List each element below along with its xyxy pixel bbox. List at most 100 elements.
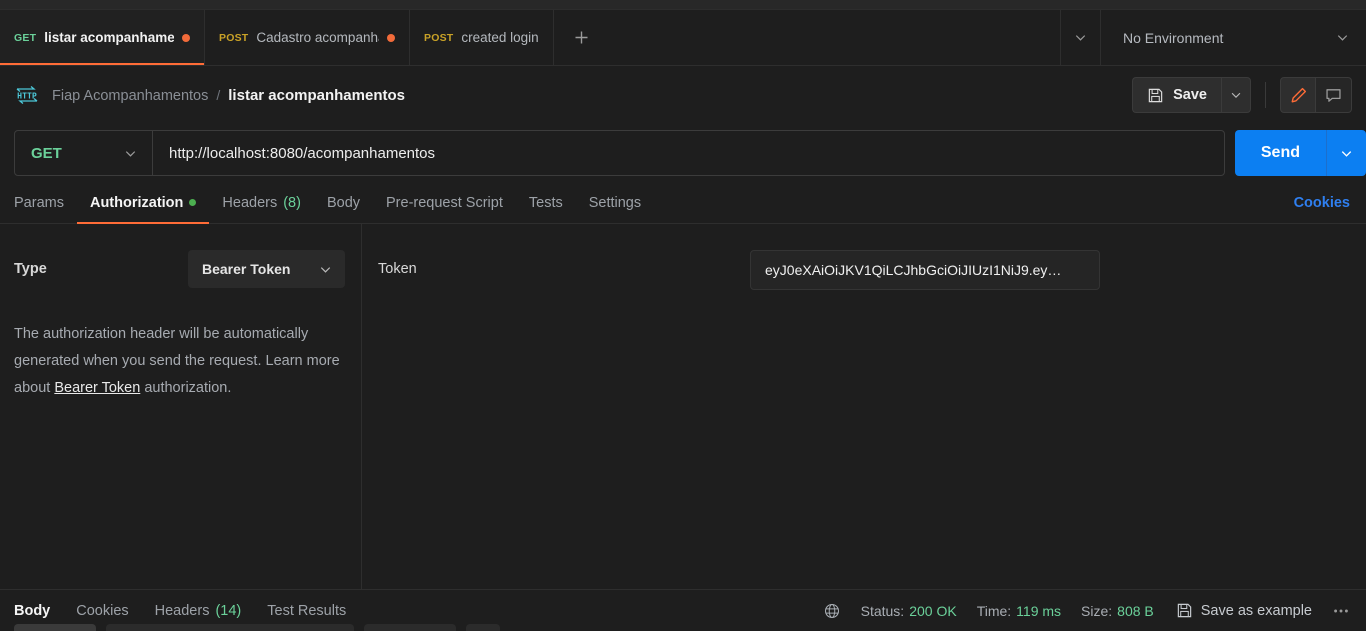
authorization-type-dropdown[interactable]: Bearer Token: [188, 250, 345, 288]
response-view-toggle[interactable]: [14, 624, 96, 631]
save-as-example-label: Save as example: [1200, 602, 1312, 619]
response-actions[interactable]: [466, 624, 500, 631]
tab-authorization-label: Authorization: [89, 194, 184, 211]
window-top-strip: [0, 0, 1366, 10]
request-tabs-spacer: [654, 182, 1293, 223]
pencil-icon: [1291, 87, 1306, 102]
response-body-toolbar-clipped: [0, 620, 1366, 631]
response-tab-headers-count: (14): [215, 602, 242, 619]
tab-settings[interactable]: Settings: [576, 182, 654, 223]
chevron-down-icon: [1075, 35, 1086, 41]
authorization-panel: Type Bearer Token The authorization head…: [0, 224, 1366, 589]
response-more-button[interactable]: [1322, 606, 1356, 616]
url-bar: GET: [14, 130, 1225, 176]
http-method-selector[interactable]: GET: [15, 131, 153, 175]
authorization-help-part2: authorization.: [140, 380, 232, 396]
request-tab-2[interactable]: POST created login: [410, 10, 554, 65]
toolbar-divider: [1265, 82, 1266, 108]
time-label: Time:: [976, 602, 1012, 619]
comments-button[interactable]: [1316, 77, 1352, 113]
new-tab-button[interactable]: [554, 10, 610, 65]
tab-name-0: listar acompanhamento: [44, 30, 174, 45]
chevron-down-icon: [1337, 35, 1348, 41]
response-search-box[interactable]: [364, 624, 456, 631]
tab-headers-count: (8): [283, 194, 301, 211]
tab-unsaved-dot-1[interactable]: [387, 33, 395, 42]
tab-params-label: Params: [14, 194, 64, 211]
url-input[interactable]: [153, 131, 1224, 175]
size-label: Size:: [1081, 602, 1113, 619]
comment-icon: [1326, 88, 1341, 102]
time-value: 119 ms: [1016, 602, 1062, 619]
environment-selector[interactable]: No Environment: [1100, 10, 1366, 65]
http-method-value: GET: [31, 144, 62, 162]
token-input[interactable]: eyJ0eXAiOiJKV1QiLCJhbGciOiJIUzI1NiJ9.ey…: [750, 250, 1100, 290]
tab-headers[interactable]: Headers (8): [209, 182, 314, 223]
send-button-group: Send: [1234, 130, 1366, 176]
response-tab-test-results-label: Test Results: [267, 602, 347, 619]
response-tab-body-label: Body: [14, 602, 51, 619]
authorization-type-value: Bearer Token: [202, 261, 291, 277]
breadcrumb-request-name[interactable]: listar acompanhamentos: [228, 87, 405, 104]
request-tabs-list: GET listar acompanhamento POST Cadastro …: [0, 10, 610, 65]
tab-name-2: created login: [461, 30, 539, 45]
request-section-tabs: Params Authorization Headers (8) Body Pr…: [0, 182, 1366, 224]
tab-method-2: POST: [424, 31, 454, 44]
breadcrumb-collection[interactable]: Fiap Acompanhamentos: [52, 88, 208, 104]
bearer-token-help-link[interactable]: Bearer Token: [54, 380, 140, 396]
tab-method-0: GET: [14, 31, 37, 44]
response-format-controls[interactable]: [106, 624, 354, 631]
size-badge: Size: 808 B: [1071, 603, 1164, 619]
breadcrumb: Fiap Acompanhamentos / listar acompanham…: [52, 87, 1132, 104]
tab-tests[interactable]: Tests: [516, 182, 576, 223]
http-icon: HTTP: [16, 86, 38, 104]
tab-list-dropdown-button[interactable]: [1060, 10, 1100, 65]
cookies-link[interactable]: Cookies: [1294, 182, 1352, 223]
chevron-down-icon: [1231, 92, 1241, 98]
floppy-disk-icon: [1177, 603, 1191, 618]
status-badge: Status: 200 OK: [851, 603, 967, 619]
tab-unsaved-dot-0[interactable]: [182, 33, 190, 42]
tab-pre-request-script[interactable]: Pre-request Script: [373, 182, 516, 223]
tab-authorization[interactable]: Authorization: [76, 182, 210, 224]
request-tab-0[interactable]: GET listar acompanhamento: [0, 10, 205, 65]
tab-tests-label: Tests: [528, 194, 563, 211]
save-button-label: Save: [1173, 87, 1207, 103]
tab-body-label: Body: [326, 194, 361, 211]
authorization-type-label: Type: [14, 261, 47, 277]
token-label: Token: [378, 261, 417, 277]
time-badge: Time: 119 ms: [967, 603, 1071, 619]
ellipsis-icon: [1334, 609, 1348, 612]
tab-headers-label: Headers: [222, 194, 278, 211]
response-tab-headers-label: Headers: [154, 602, 210, 619]
network-info-button[interactable]: [813, 602, 851, 620]
status-value: 200 OK: [909, 602, 957, 619]
edit-request-button[interactable]: [1280, 77, 1316, 113]
response-tab-cookies-label: Cookies: [76, 602, 129, 619]
floppy-disk-icon: [1148, 88, 1163, 102]
save-button[interactable]: Save: [1132, 77, 1221, 113]
send-button[interactable]: Send: [1234, 130, 1326, 176]
request-tab-bar: GET listar acompanhamento POST Cadastro …: [0, 10, 1366, 66]
chevron-down-icon: [320, 266, 331, 273]
status-label: Status:: [860, 602, 905, 619]
tab-bar-spacer: [610, 10, 1060, 65]
environment-label: No Environment: [1123, 29, 1224, 46]
send-options-button[interactable]: [1326, 130, 1366, 176]
size-value: 808 B: [1117, 602, 1154, 619]
svg-text:HTTP: HTTP: [17, 91, 37, 101]
tab-method-1: POST: [219, 31, 249, 44]
request-tab-1[interactable]: POST Cadastro acompanhar: [205, 10, 410, 65]
globe-icon: [824, 603, 839, 618]
authorization-type-row: Type Bearer Token: [14, 250, 345, 288]
save-options-button[interactable]: [1221, 77, 1251, 113]
plus-icon: [575, 31, 588, 44]
tab-body[interactable]: Body: [314, 182, 373, 223]
tab-params[interactable]: Params: [14, 182, 77, 223]
breadcrumb-actions: Save: [1132, 77, 1352, 113]
breadcrumb-row: HTTP Fiap Acompanhamentos / listar acomp…: [0, 66, 1366, 124]
tab-settings-label: Settings: [588, 194, 642, 211]
authorization-help-text: The authorization header will be automat…: [14, 321, 345, 402]
chevron-down-icon: [1341, 150, 1352, 157]
save-as-example-button[interactable]: Save as example: [1164, 602, 1322, 619]
